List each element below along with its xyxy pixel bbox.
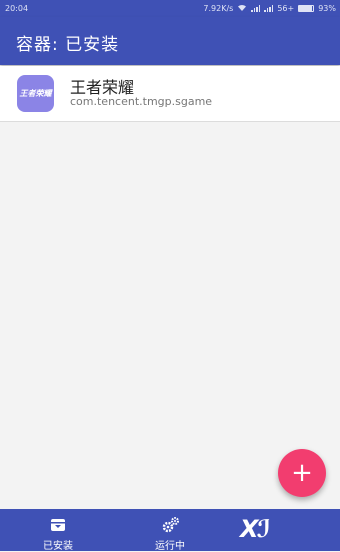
status-time: 20:04 (5, 4, 29, 13)
xposed-logo: Xℐ (240, 515, 271, 543)
status-indicators: 7.92K/s 56+ 93% (203, 4, 336, 14)
plus-icon: + (291, 458, 313, 488)
wifi-icon (237, 4, 247, 14)
archive-icon (50, 517, 66, 533)
app-package: com.tencent.tmgp.sgame (70, 95, 213, 108)
tab-installed[interactable]: 已安装 (18, 509, 98, 552)
page-title: 容器: 已安装 (16, 35, 120, 55)
tab-running-label: 运行中 (155, 541, 185, 552)
add-button[interactable]: + (278, 449, 326, 497)
tab-running[interactable]: 运行中 (130, 509, 210, 552)
app-bar: 容器: 已安装 (0, 17, 340, 65)
battery-percent: 93% (318, 4, 336, 13)
signal-icon (251, 5, 261, 12)
net-speed: 7.92K/s (203, 4, 234, 13)
battery-icon (298, 5, 315, 12)
gears-icon (162, 517, 179, 533)
list-item[interactable]: 王者荣耀 王者荣耀 com.tencent.tmgp.sgame (0, 66, 340, 122)
tab-installed-label: 已安装 (43, 541, 73, 552)
app-icon-logo-text: 王者荣耀 (19, 89, 52, 98)
signal-icon-2 (264, 5, 274, 12)
status-bar: 20:04 7.92K/s 56+ 93% (0, 0, 340, 17)
app-icon: 王者荣耀 (17, 75, 54, 112)
bottom-nav: 已安装 运行中 Xℐ (0, 509, 340, 552)
net-type: 56+ (277, 4, 295, 13)
